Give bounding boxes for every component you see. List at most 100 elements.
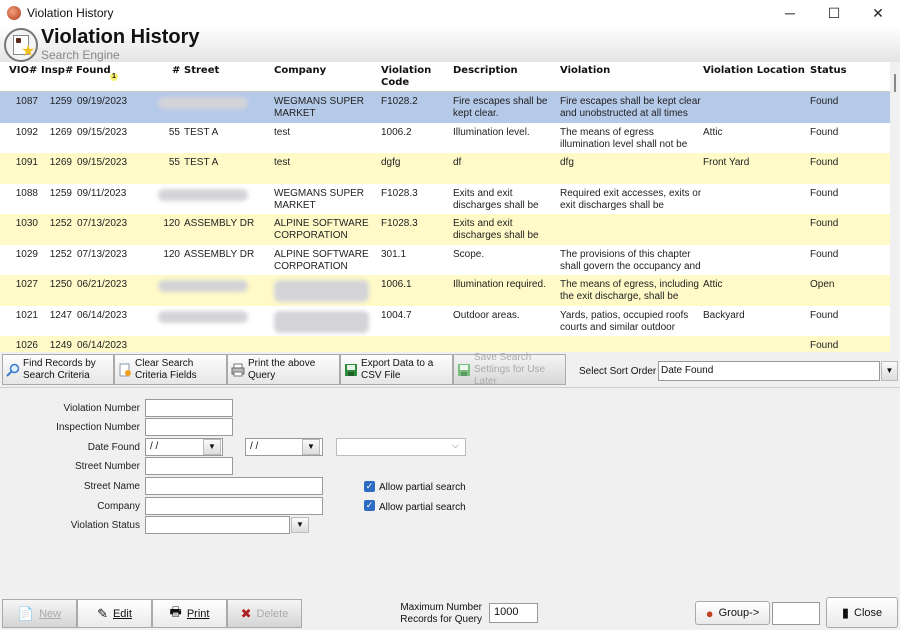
date-to-picker-icon[interactable]: ▼	[302, 439, 320, 455]
edit-button[interactable]: ✎ Edit	[77, 599, 152, 628]
cell-desc: df	[453, 157, 462, 168]
print-button[interactable]: 🖶 Print	[152, 599, 227, 628]
column-header-violation-location[interactable]: Violation Location	[703, 65, 805, 77]
print-query-button[interactable]: Print the above Query	[227, 354, 340, 385]
cell-status: Found	[810, 340, 839, 351]
cell-location: Attic	[703, 279, 723, 290]
street-partial-search-checkbox[interactable]: ✓	[364, 481, 375, 492]
sort-order-dropdown-arrow-icon[interactable]: ▼	[881, 361, 898, 381]
save-disk-icon	[458, 363, 470, 376]
column-header-status[interactable]: Status	[810, 65, 847, 77]
cell-found: 06/14/2023	[77, 340, 128, 351]
column-header-street[interactable]: Street	[184, 65, 219, 77]
inspection-number-input[interactable]	[145, 418, 233, 436]
company-input[interactable]	[145, 497, 323, 515]
table-row[interactable]: 1087 1259 09/19/2023 WEGMANS SUPER MARKET F1…	[0, 92, 890, 123]
exit-door-icon: ▮	[841, 604, 850, 620]
cell-desc: Exits and exit discharges shall be	[453, 187, 539, 211]
column-header-found[interactable]: Found	[76, 65, 111, 77]
chevron-down-icon: ⌵	[452, 440, 459, 450]
cell-status: Found	[810, 126, 839, 138]
table-row[interactable]: 1092 1269 09/15/2023 55 TEST A test 1006.2 Illu…	[0, 122, 890, 153]
export-csv-button[interactable]: Export Data to a CSV File	[340, 354, 453, 385]
cell-violation: The provisions of this chapter shall gov…	[560, 248, 701, 272]
clear-document-icon	[119, 363, 131, 376]
cell-code: 1006.1	[381, 279, 412, 290]
save-search-settings-button[interactable]: Save Search Settings for Use Later	[453, 351, 566, 387]
cell-desc: Illumination required.	[453, 279, 546, 290]
street-number-input[interactable]	[145, 457, 233, 475]
cell-company: test	[274, 157, 291, 168]
column-header-company[interactable]: Company	[274, 65, 326, 77]
new-label: New	[39, 607, 62, 620]
print-label: Print	[186, 607, 210, 620]
group-button[interactable]: ● Group->	[695, 601, 770, 625]
redacted-street	[158, 97, 248, 109]
close-window-button[interactable]: ✕	[856, 0, 900, 26]
table-row[interactable]: 1029 1252 07/13/2023 120 ASSEMBLY DR ALPINE S…	[0, 244, 890, 275]
cell-desc: Fire escapes shall be kept clear.	[453, 96, 548, 119]
cell-insp: 1250	[49, 279, 72, 290]
new-document-icon: 📄	[17, 605, 35, 621]
close-button[interactable]: ▮ Close	[826, 597, 898, 628]
column-header-violation-code[interactable]: Violation Code	[381, 65, 441, 89]
column-header-description[interactable]: Description	[453, 65, 518, 77]
maximize-button[interactable]: ☐	[812, 0, 856, 26]
violation-status-select[interactable]	[145, 516, 290, 534]
table-row[interactable]: 1021 1247 06/14/2023 1004.7 Outdoor areas. Ya…	[0, 305, 890, 336]
violation-status-dropdown-arrow-icon[interactable]: ▼	[291, 517, 309, 533]
save-search-settings-label: Save Search Settings for Use Later	[474, 351, 546, 387]
cell-status: Found	[810, 218, 839, 229]
group-input[interactable]	[772, 602, 820, 625]
table-row[interactable]: 1091 1269 09/15/2023 55 TEST A test dgfg df dfg F…	[0, 153, 890, 184]
sort-order-select[interactable]: Date Found	[658, 361, 880, 381]
magnifier-icon	[6, 363, 20, 377]
date-range-select[interactable]	[336, 438, 466, 456]
column-header-street-number[interactable]: #	[172, 65, 180, 77]
clear-criteria-button[interactable]: Clear Search Criteria Fields	[114, 354, 227, 385]
date-from-picker-icon[interactable]: ▼	[203, 439, 221, 455]
max-records-input[interactable]: 1000	[489, 603, 538, 623]
page-title: Violation History	[41, 26, 200, 48]
cell-status: Found	[810, 309, 839, 321]
table-row[interactable]: 1030 1252 07/13/2023 120 ASSEMBLY DR ALPINE S…	[0, 214, 890, 245]
table-row[interactable]: 1026 1249 06/14/2023 Found	[0, 336, 890, 352]
new-button[interactable]: 📄 New	[2, 599, 77, 628]
violation-number-input[interactable]	[145, 399, 233, 417]
cell-violation: The means of egress illumination level s…	[560, 126, 688, 150]
edit-label: Edit	[112, 607, 132, 620]
cell-violation: Required exit accesses, exits or exit di…	[560, 187, 702, 211]
app-icon	[7, 6, 21, 20]
title-bar: Violation History ─ ☐ ✕	[0, 0, 900, 26]
scrollbar-thumb[interactable]	[894, 74, 896, 92]
max-records-label-line1: Maximum Number	[400, 602, 482, 613]
cell-vio: 1088	[15, 187, 38, 199]
cell-found: 07/13/2023	[77, 218, 128, 229]
minimize-button[interactable]: ─	[768, 0, 812, 26]
cell-insp: 1252	[49, 218, 72, 229]
cell-violation: The means of egress, including the exit …	[560, 279, 699, 302]
table-row[interactable]: 1027 1250 06/21/2023 1006.1 Illumination req…	[0, 275, 890, 306]
cell-location: Backyard	[703, 309, 745, 321]
delete-label: Delete	[256, 607, 289, 620]
find-records-button[interactable]: Find Records by Search Criteria	[2, 354, 114, 385]
column-header-violation[interactable]: Violation	[560, 65, 610, 77]
street-name-input[interactable]	[145, 477, 323, 495]
column-header-vio[interactable]: VIO#	[9, 65, 37, 77]
cell-found: 09/19/2023	[77, 96, 128, 107]
cell-vio: 1092	[15, 126, 38, 138]
close-label: Close	[854, 606, 883, 619]
grid-header: VIO# Insp# Found 1 # Street Company Viol…	[0, 62, 890, 92]
sort-order-label: Select Sort Order	[579, 366, 657, 377]
grid-vertical-scrollbar[interactable]	[890, 62, 900, 352]
company-partial-search-checkbox[interactable]: ✓	[364, 500, 375, 511]
column-header-insp[interactable]: Insp#	[41, 65, 73, 77]
max-records-label-line2: Records for Query	[400, 614, 482, 625]
cell-company: WEGMANS SUPER MARKET	[274, 96, 365, 119]
violation-status-label: Violation Status	[70, 520, 140, 531]
cell-street: ASSEMBLY DR	[184, 218, 255, 229]
table-row[interactable]: 1088 1259 09/11/2023 WEGMANS SUPER MARKET F1…	[0, 183, 890, 214]
delete-button[interactable]: ✖ Delete	[227, 599, 302, 628]
cell-insp: 1252	[49, 248, 72, 260]
cell-street: TEST A	[184, 157, 219, 168]
